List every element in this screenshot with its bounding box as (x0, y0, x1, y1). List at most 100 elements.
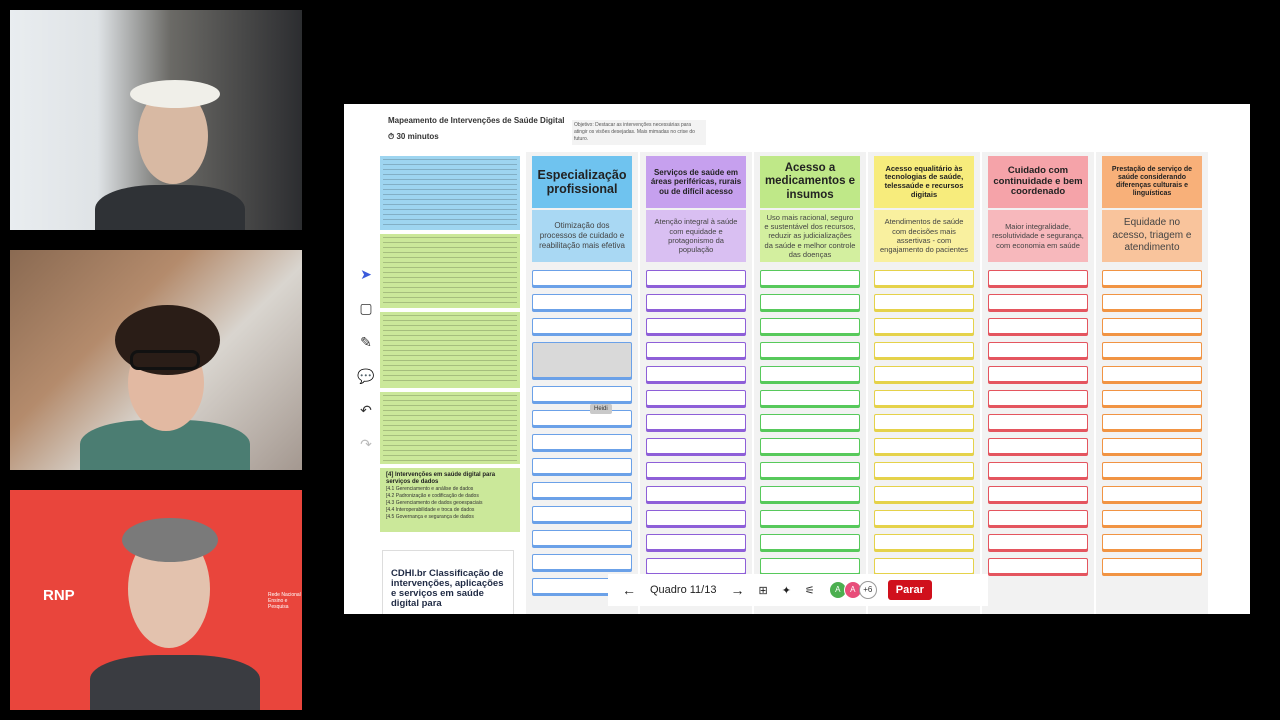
note-green-1[interactable] (380, 234, 520, 308)
more-participants-badge[interactable]: +6 (858, 581, 877, 599)
intervention-card[interactable] (532, 410, 632, 426)
intervention-card[interactable] (988, 534, 1088, 550)
prev-frame-button[interactable]: ← (622, 582, 636, 598)
intervention-card[interactable] (646, 510, 746, 526)
intervention-card[interactable] (646, 294, 746, 310)
intervention-card[interactable] (988, 390, 1088, 406)
intervention-card[interactable] (874, 318, 974, 334)
intervention-card[interactable] (760, 534, 860, 550)
settings-sliders-icon[interactable]: ⚟ (805, 584, 815, 597)
column-header[interactable]: Acesso equalitário às tecnologias de saú… (874, 156, 974, 208)
intervention-card[interactable] (760, 486, 860, 502)
intervention-card[interactable] (874, 366, 974, 382)
intervention-card[interactable] (1102, 294, 1202, 310)
intervention-card[interactable] (646, 486, 746, 502)
intervention-card[interactable] (760, 414, 860, 430)
participant-video-2[interactable] (10, 250, 302, 470)
intervention-card[interactable] (646, 390, 746, 406)
intervention-card[interactable] (988, 270, 1088, 286)
intervention-card[interactable] (646, 462, 746, 478)
intervention-card[interactable] (532, 554, 632, 570)
intervention-card[interactable] (988, 318, 1088, 334)
column-subheader[interactable]: Equidade no acesso, triagem e atendiment… (1102, 210, 1202, 262)
intervention-card[interactable] (1102, 270, 1202, 286)
next-frame-button[interactable]: → (730, 582, 744, 598)
intervention-card[interactable] (646, 534, 746, 550)
intervention-card[interactable] (646, 414, 746, 430)
intervention-card[interactable] (1102, 462, 1202, 478)
intervention-card[interactable] (760, 294, 860, 310)
intervention-card[interactable] (874, 270, 974, 286)
participant-video-1[interactable] (10, 10, 302, 230)
intervention-card[interactable] (874, 414, 974, 430)
intervention-card[interactable] (760, 462, 860, 478)
intervention-card[interactable] (988, 510, 1088, 526)
intervention-card[interactable] (1102, 342, 1202, 358)
intervention-card[interactable] (646, 438, 746, 454)
intervention-card[interactable] (760, 270, 860, 286)
intervention-card[interactable] (532, 530, 632, 546)
intervention-card[interactable] (646, 270, 746, 286)
intervention-card[interactable] (1102, 558, 1202, 574)
intervention-card[interactable] (532, 270, 632, 286)
intervention-card[interactable] (532, 294, 632, 310)
intervention-card[interactable] (1102, 414, 1202, 430)
reactions-icon[interactable]: ✦ (782, 584, 791, 597)
intervention-card[interactable] (874, 558, 974, 574)
intervention-card[interactable] (760, 438, 860, 454)
intervention-card[interactable] (532, 386, 632, 402)
document-card[interactable]: CDHI.br Classificação de intervenções, a… (382, 550, 514, 614)
participant-video-3[interactable]: RNP Rede Nacional de Ensino e Pesquisa (10, 490, 302, 710)
note-data-services[interactable]: [4] Intervenções em saúde digital para s… (380, 468, 520, 532)
intervention-card[interactable] (1102, 486, 1202, 502)
select-pointer-icon[interactable]: ➤ (356, 264, 376, 284)
column-subheader[interactable]: Maior integralidade, resolutividade e se… (988, 210, 1088, 262)
note-green-2[interactable] (380, 312, 520, 388)
intervention-card[interactable] (874, 486, 974, 502)
whiteboard[interactable]: Mapeamento de Intervenções de Saúde Digi… (344, 104, 1250, 614)
column-header[interactable]: Prestação de serviço de saúde consideran… (1102, 156, 1202, 208)
comment-icon[interactable]: 💬 (356, 366, 376, 386)
intervention-card[interactable] (532, 342, 632, 378)
intervention-card[interactable] (1102, 534, 1202, 550)
intervention-card[interactable] (760, 390, 860, 406)
intervention-card[interactable] (874, 342, 974, 358)
intervention-card[interactable] (874, 510, 974, 526)
column-subheader[interactable]: Atenção integral à saúde com equidade e … (646, 210, 746, 262)
frames-icon[interactable]: ⊞ (758, 584, 767, 597)
column-header[interactable]: Especialização profissional (532, 156, 632, 208)
intervention-card[interactable] (532, 458, 632, 474)
intervention-card[interactable] (760, 558, 860, 574)
note-green-3[interactable] (380, 392, 520, 464)
column-subheader[interactable]: Uso mais racional, seguro e sustentável … (760, 210, 860, 262)
intervention-card[interactable] (532, 434, 632, 450)
intervention-card[interactable] (874, 534, 974, 550)
intervention-card[interactable] (988, 558, 1088, 574)
column-header[interactable]: Acesso a medicamentos e insumos (760, 156, 860, 208)
undo-icon[interactable]: ↶ (356, 400, 376, 420)
column-header[interactable]: Cuidado com continuidade e bem coordenad… (988, 156, 1088, 208)
intervention-card[interactable] (646, 558, 746, 574)
intervention-card[interactable] (988, 366, 1088, 382)
intervention-card[interactable] (1102, 510, 1202, 526)
intervention-card[interactable] (760, 366, 860, 382)
intervention-card[interactable] (532, 506, 632, 522)
column-header[interactable]: Serviços de saúde em áreas periféricas, … (646, 156, 746, 208)
note-blue[interactable] (380, 156, 520, 230)
intervention-card[interactable] (532, 318, 632, 334)
intervention-card[interactable] (874, 390, 974, 406)
intervention-card[interactable] (988, 414, 1088, 430)
intervention-card[interactable] (760, 318, 860, 334)
intervention-card[interactable] (1102, 318, 1202, 334)
pen-icon[interactable]: ✎ (356, 332, 376, 352)
intervention-card[interactable] (988, 462, 1088, 478)
intervention-card[interactable] (646, 318, 746, 334)
intervention-card[interactable] (646, 342, 746, 358)
intervention-card[interactable] (1102, 390, 1202, 406)
intervention-card[interactable] (874, 294, 974, 310)
intervention-card[interactable] (760, 342, 860, 358)
intervention-card[interactable] (988, 294, 1088, 310)
intervention-card[interactable] (1102, 366, 1202, 382)
intervention-card[interactable] (874, 438, 974, 454)
stop-button[interactable]: Parar (887, 580, 932, 600)
